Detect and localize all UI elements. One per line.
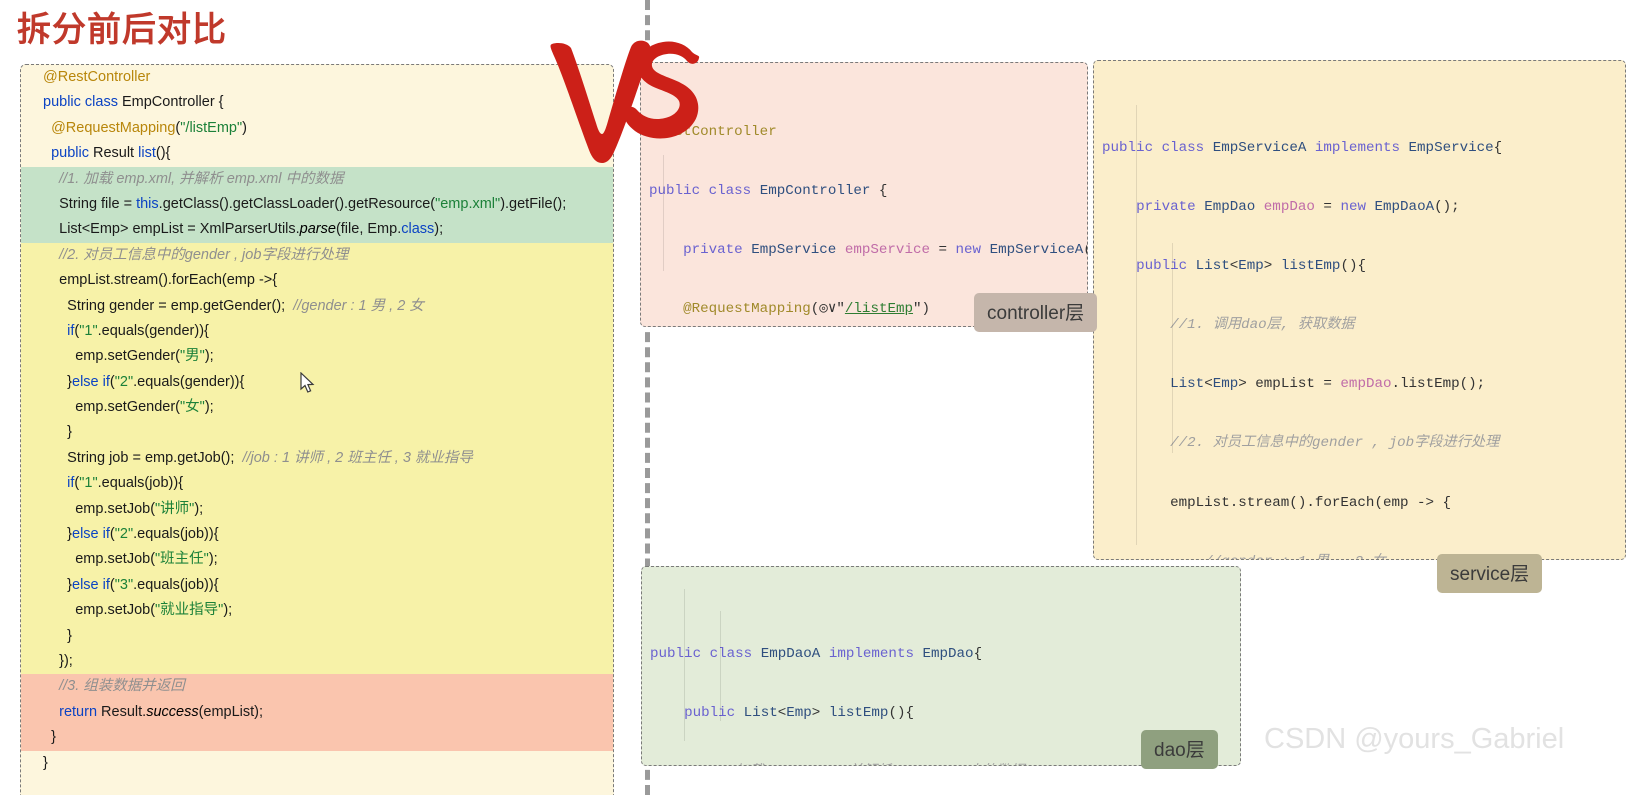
service-code-panel: public class EmpServiceA implements EmpS… — [1093, 60, 1626, 560]
code-line: String gender = emp.getGender(); //gende… — [67, 297, 424, 314]
code-line: empList.stream().forEach(emp -> { — [1102, 494, 1452, 511]
code-line: //1. 调用dao层, 获取数据 — [1170, 317, 1355, 334]
page-title: 拆分前后对比 — [17, 11, 227, 49]
code-band-step1-load: //1. 加载 emp.xml, 并解析 emp.xml 中的数据 String… — [21, 166, 613, 243]
code-line: emp.setGender("女"); — [75, 399, 214, 416]
mouse-cursor — [300, 372, 315, 393]
code-line: } — [67, 627, 73, 644]
code-line: List<Emp> empList = XmlParserUtils.parse… — [59, 221, 444, 238]
code-line: public class EmpServiceA implements EmpS… — [1102, 140, 1503, 156]
code-line: List<Emp> empList = empDao.listEmp(); — [1170, 376, 1486, 393]
code-line: private EmpDao empDao = new EmpDaoA(); — [1136, 199, 1460, 216]
code-band-plain-top: @RestController public class EmpControll… — [21, 65, 613, 167]
slide-canvas: 拆分前后对比 @RestController public class EmpC… — [0, 0, 1629, 795]
code-line: }else if("2".equals(job)){ — [67, 526, 219, 543]
code-line: } — [51, 729, 56, 746]
code-line: empList.stream().forEach(emp ->{ — [59, 272, 278, 289]
code-line: //gender : 1 男 , 2 女 — [1094, 551, 1625, 559]
code-line: public class EmpController { — [649, 183, 888, 200]
code-line: //2. 对员工信息中的gender , job字段进行处理 — [1170, 435, 1500, 452]
code-line: String file = this.getClass().getClassLo… — [59, 195, 567, 212]
code-line: return Result.success(empList); — [59, 703, 264, 720]
code-line: String job = emp.getJob(); //job : 1 讲师 … — [67, 449, 473, 466]
code-line: public class EmpController { — [43, 94, 224, 111]
code-line: emp.setGender("男"); — [75, 348, 214, 365]
code-line: }); — [59, 652, 73, 669]
layer-tag-service: service层 — [1437, 554, 1543, 593]
code-line: } — [67, 424, 73, 441]
csdn-watermark: CSDN @yours_Gabriel — [1264, 723, 1565, 755]
code-line: public class EmpDaoA implements EmpDao{ — [650, 646, 983, 662]
code-line: @RequestMapping("/listEmp") — [51, 119, 247, 136]
controller-code-panel: @RestController public class EmpControll… — [640, 62, 1088, 327]
code-line: emp.setJob("班主任"); — [75, 551, 218, 568]
code-line: if("1".equals(job)){ — [67, 475, 184, 492]
code-line: //2. 对员工信息中的gender , job字段进行处理 — [59, 246, 349, 263]
code-line: //3. 组装数据并返回 — [59, 678, 185, 695]
code-line: @RestController — [43, 69, 151, 85]
layer-tag-dao: dao层 — [1141, 730, 1218, 769]
code-line: if("1".equals(gender)){ — [67, 322, 209, 339]
code-line: public Result list(){ — [51, 145, 171, 162]
code-line: } — [43, 754, 48, 771]
code-band-step3-return: //3. 组装数据并返回 return Result.success(empLi… — [21, 674, 613, 751]
code-line: private EmpService empService = new EmpS… — [683, 242, 1087, 259]
code-line: @RestController — [649, 124, 777, 140]
code-line: public List<Emp> listEmp(){ — [1136, 258, 1366, 275]
left-code-panel-monolithic: @RestController public class EmpControll… — [20, 64, 614, 795]
code-line: emp.setJob("就业指导"); — [75, 602, 233, 619]
code-line: public List<Emp> listEmp(){ — [684, 705, 914, 722]
code-line: emp.setJob("讲师"); — [75, 500, 204, 517]
code-line: }else if("3".equals(job)){ — [67, 576, 219, 593]
code-band-plain-bottom: } — [21, 750, 613, 776]
code-line: //1. 加载 emp.xml, 并解析 emp.xml 中的数据 — [59, 170, 344, 187]
code-line: }else if("2".equals(gender)){ — [67, 373, 245, 390]
layer-tag-controller: controller层 — [974, 293, 1098, 332]
code-band-step2-transform: //2. 对员工信息中的gender , job字段进行处理 empList.s… — [21, 242, 613, 675]
